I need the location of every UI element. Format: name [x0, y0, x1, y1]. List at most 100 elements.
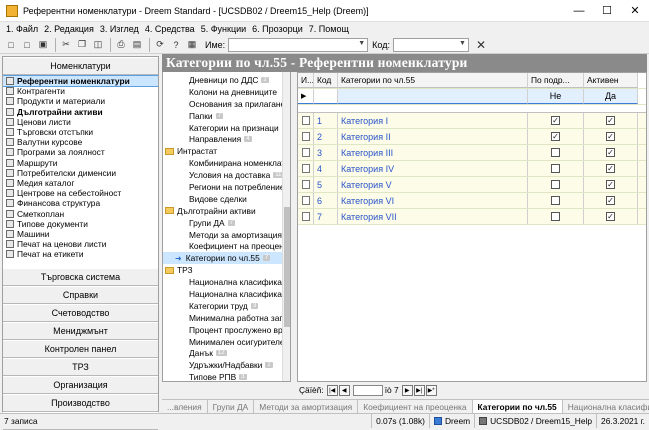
tree-item[interactable]: Удръжки/Надбавки 2 — [163, 359, 290, 371]
default-checkbox[interactable] — [551, 164, 560, 173]
nav-group-button[interactable]: Мениджмънт — [3, 322, 158, 340]
tree-item[interactable]: ➜ Категории по чл.55 7 — [163, 252, 290, 265]
nav-group-button[interactable]: ТРЗ — [3, 358, 158, 376]
window-tab[interactable]: Национална класифика... — [563, 400, 649, 413]
window-tab[interactable]: Групи ДА — [208, 400, 255, 413]
record-number-input[interactable] — [352, 384, 383, 396]
tree-item[interactable]: Папки 7 — [163, 110, 290, 122]
active-cell[interactable]: ✓ — [584, 129, 638, 144]
default-cell[interactable] — [528, 209, 584, 224]
menu-item[interactable]: 5. Функции — [201, 24, 246, 34]
scrollbar-thumb[interactable] — [284, 207, 290, 327]
default-checkbox[interactable]: ✓ — [551, 132, 560, 141]
code-cell[interactable]: 7 — [314, 209, 338, 224]
nav-item[interactable]: Търговски отстъпки — [3, 127, 158, 137]
nav-item[interactable]: Потребителски дименсии — [3, 168, 158, 178]
default-checkbox[interactable] — [551, 180, 560, 189]
code-cell[interactable]: 2 — [314, 129, 338, 144]
column-header[interactable]: Код — [314, 73, 338, 88]
nav-item[interactable]: Типове документи — [3, 219, 158, 229]
open-icon[interactable]: □ — [20, 38, 34, 52]
filter-cell[interactable]: Да — [584, 89, 638, 104]
active-cell[interactable]: ✓ — [584, 193, 638, 208]
nav-group-button[interactable]: Търговска система — [3, 268, 158, 286]
first-record-button[interactable]: |◀ — [326, 384, 338, 396]
column-header[interactable]: По подр... — [528, 73, 584, 88]
menu-item[interactable]: 7. Помощ — [309, 24, 349, 34]
nav-group-button[interactable]: Контролен панел — [3, 340, 158, 358]
name-cell[interactable]: Категория I — [338, 113, 528, 128]
tree-item[interactable]: Основания за прилагане — [163, 98, 290, 110]
nav-item[interactable]: Референтни номенклатури — [3, 75, 158, 88]
name-cell[interactable]: Категория II — [338, 129, 528, 144]
name-cell[interactable]: Категория VII — [338, 209, 528, 224]
minimize-button[interactable]: — — [565, 0, 593, 22]
code-cell[interactable]: 4 — [314, 161, 338, 176]
prev-record-button[interactable]: ◀ — [338, 384, 350, 396]
settings-icon[interactable]: ▦ — [185, 38, 199, 52]
tree-scrollbar[interactable] — [282, 57, 290, 381]
tree-item[interactable]: Минимална работна заплата — [163, 312, 290, 324]
window-tab[interactable]: Категории по чл.55 — [472, 400, 563, 413]
column-header[interactable]: Категории по чл.55 — [338, 73, 528, 88]
code-cell[interactable]: 6 — [314, 193, 338, 208]
window-tab[interactable]: Методи за амортизация — [254, 400, 359, 413]
default-checkbox[interactable] — [551, 212, 560, 221]
nav-item[interactable]: Печат на ценови листи — [3, 239, 158, 249]
default-cell[interactable] — [528, 145, 584, 160]
tree-item[interactable]: Направления 4 — [163, 133, 290, 145]
column-header[interactable]: И... — [298, 73, 314, 88]
menu-item[interactable]: 2. Редакция — [44, 24, 94, 34]
filter-cell[interactable]: Не — [528, 89, 584, 104]
default-checkbox[interactable] — [551, 196, 560, 205]
nav-item[interactable]: Валутни курсове — [3, 137, 158, 147]
window-tab[interactable]: Коефициент на преоценка — [358, 400, 473, 413]
active-checkbox[interactable]: ✓ — [606, 148, 615, 157]
active-checkbox[interactable]: ✓ — [606, 116, 615, 125]
nav-item[interactable]: Програми за лоялност — [3, 147, 158, 157]
filter-cell[interactable]: ▶ — [298, 89, 314, 104]
active-cell[interactable]: ✓ — [584, 161, 638, 176]
tree-item[interactable]: Региони на потреблението — [163, 181, 290, 193]
help-icon[interactable]: ? — [169, 38, 183, 52]
tree-item[interactable]: ТРЗ — [163, 264, 290, 276]
default-cell[interactable] — [528, 161, 584, 176]
default-cell[interactable]: ✓ — [528, 113, 584, 128]
active-checkbox[interactable]: ✓ — [606, 212, 615, 221]
nav-item[interactable]: Продукти и материали — [3, 96, 158, 106]
tree-item[interactable]: Комбинирана номенклатура — [163, 157, 290, 169]
nav-item[interactable]: Сметкоплан — [3, 208, 158, 219]
active-checkbox[interactable]: ✓ — [606, 164, 615, 173]
clear-filter-icon[interactable]: ✕ — [474, 38, 488, 52]
tree-item[interactable]: Групи ДА 7 — [163, 217, 290, 229]
active-checkbox[interactable]: ✓ — [606, 196, 615, 205]
tree-item[interactable]: Процент прослужено време — [163, 324, 290, 336]
refresh-icon[interactable]: ⟳ — [153, 38, 167, 52]
active-cell[interactable]: ✓ — [584, 177, 638, 192]
menu-item[interactable]: 1. Файл — [6, 24, 38, 34]
tree-item[interactable]: Национална класификация — [163, 276, 290, 288]
tree-item[interactable]: Категории труд 3 — [163, 300, 290, 312]
default-cell[interactable] — [528, 193, 584, 208]
name-cell[interactable]: Категория VI — [338, 193, 528, 208]
code-cell[interactable]: 1 — [314, 113, 338, 128]
new-icon[interactable]: □ — [4, 38, 18, 52]
tree-item[interactable]: Национална класификация — [163, 288, 290, 300]
tree-item[interactable]: Минимален осигурителен — [163, 336, 290, 348]
menu-item[interactable]: 3. Изглед — [100, 24, 139, 34]
tree-item[interactable]: Интрастат — [163, 145, 290, 157]
nav-item[interactable]: Контрагенти — [3, 86, 158, 96]
tree-item[interactable]: Категории на признаци — [163, 122, 290, 134]
nav-item[interactable]: Маршрути — [3, 158, 158, 168]
menu-item[interactable]: 6. Прозорци — [252, 24, 303, 34]
splitter[interactable] — [291, 56, 295, 401]
active-cell[interactable]: ✓ — [584, 145, 638, 160]
nav-item[interactable]: Машини — [3, 229, 158, 239]
code-filter-combo[interactable]: ▼ — [392, 37, 469, 52]
nav-item[interactable]: Ценови листи — [3, 117, 158, 127]
active-cell[interactable]: ✓ — [584, 113, 638, 128]
default-cell[interactable]: ✓ — [528, 129, 584, 144]
tree-item[interactable]: Типове РПВ 3 — [163, 371, 290, 381]
active-cell[interactable]: ✓ — [584, 209, 638, 224]
nav-group-nomenclatures[interactable]: Номенклатури — [3, 57, 158, 75]
